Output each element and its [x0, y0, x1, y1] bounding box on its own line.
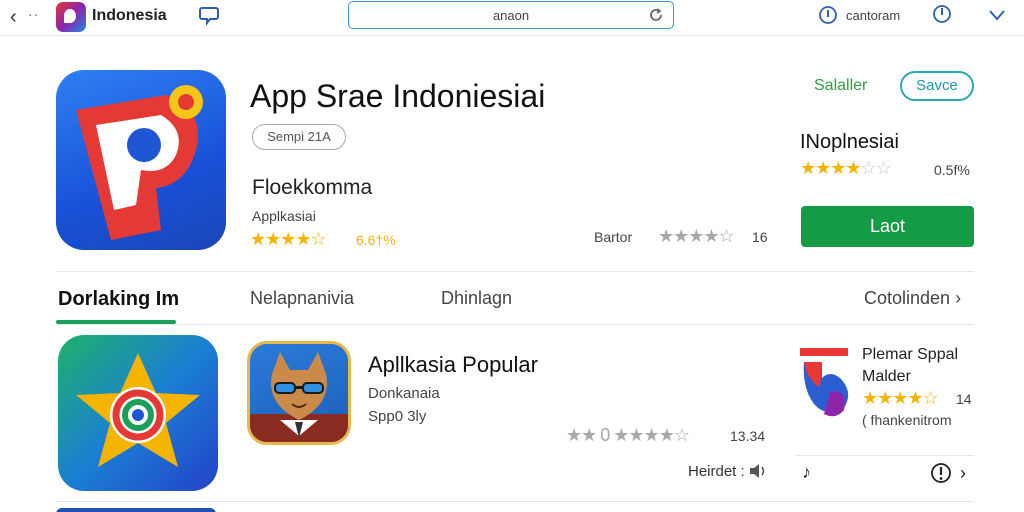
divider: [796, 455, 974, 456]
tab-0[interactable]: Dorlaking Im: [58, 288, 179, 311]
list-item-rating-count: 13.34: [730, 428, 766, 444]
list-app-icon[interactable]: [58, 335, 218, 491]
rating-score: 6.6†%: [356, 232, 396, 248]
side-item-rating-stars: ★★★★☆: [862, 388, 939, 408]
rating-stars: ★★★★☆: [250, 229, 327, 249]
sort-label[interactable]: Bartor: [594, 229, 632, 245]
tab-2[interactable]: Dhinlagn: [441, 288, 512, 309]
next-item-icon-peek: [56, 508, 216, 512]
back-arrow-icon[interactable]: ‹: [10, 6, 17, 29]
list-item-title[interactable]: Apllkasia Popular: [368, 352, 538, 378]
side-item-title[interactable]: Plemar Sppal Malder: [862, 344, 972, 388]
popular-app-icon[interactable]: [247, 341, 351, 445]
divider: [56, 271, 974, 272]
alert-icon[interactable]: [932, 4, 952, 24]
divider: [56, 324, 974, 325]
divider: [56, 501, 974, 502]
side-item-rating-count: 14: [956, 391, 972, 407]
install-button[interactable]: Laot: [801, 206, 974, 247]
chat-bubble-icon[interactable]: [198, 4, 220, 26]
side-rating-stars: ★★★★☆☆: [800, 158, 892, 179]
featured-app-icon[interactable]: [56, 70, 226, 250]
cat-avatar-icon: [250, 352, 348, 442]
music-note-icon[interactable]: ♪: [802, 462, 811, 483]
chevron-down-icon[interactable]: [988, 8, 1006, 22]
speaker-icon[interactable]: [748, 462, 768, 480]
side-app-icon[interactable]: [800, 348, 852, 424]
tab-1[interactable]: Nelapnanivia: [250, 288, 354, 309]
save-button[interactable]: Savce: [900, 71, 974, 101]
address-text: anaon: [492, 8, 530, 23]
more-dots-icon[interactable]: ··: [28, 6, 39, 22]
secondary-rating-count: 16: [752, 229, 768, 245]
list-item-subtitle: Donkanaia: [368, 385, 440, 402]
app-logo: [56, 2, 86, 32]
list-item-meta: Spp0 3ly: [368, 408, 427, 425]
side-app-name: INoplnesiai: [800, 131, 899, 153]
app-store-title: App Srae Indoniesiai: [250, 78, 546, 114]
featured-app-logo-icon: [76, 85, 203, 240]
side-link[interactable]: Salaller: [814, 77, 867, 95]
side-stars-full: ★★★★: [800, 158, 862, 178]
list-item-rating-stars: ★★ 0 ★★★★☆: [566, 425, 690, 445]
tab-3[interactable]: Cotolinden ›: [864, 288, 961, 309]
info-icon[interactable]: [818, 5, 838, 25]
top-bar: ‹ ·· Indonesia anaon cantoram: [0, 0, 1024, 36]
account-label[interactable]: cantoram: [846, 8, 900, 23]
developer-name: Floekkomma: [252, 176, 373, 199]
side-rating-score: 0.5f%: [934, 162, 970, 178]
address-bar[interactable]: anaon: [348, 1, 674, 29]
version-pill[interactable]: Sempi 21A: [252, 124, 346, 150]
side-item-note: ( fhankenitrom: [862, 412, 952, 428]
secondary-rating-stars: ★★★★☆: [658, 226, 735, 246]
star-camera-icon: [76, 353, 200, 467]
app-title: Indonesia: [92, 7, 167, 24]
chevron-right-icon[interactable]: ›: [960, 463, 966, 484]
info-circle-icon[interactable]: [930, 462, 952, 484]
side-stars-empty: ☆☆: [860, 158, 892, 178]
category-label: Applkasiai: [252, 208, 316, 224]
list-item-action[interactable]: Heirdet :: [688, 463, 745, 480]
reload-icon[interactable]: [647, 6, 665, 24]
